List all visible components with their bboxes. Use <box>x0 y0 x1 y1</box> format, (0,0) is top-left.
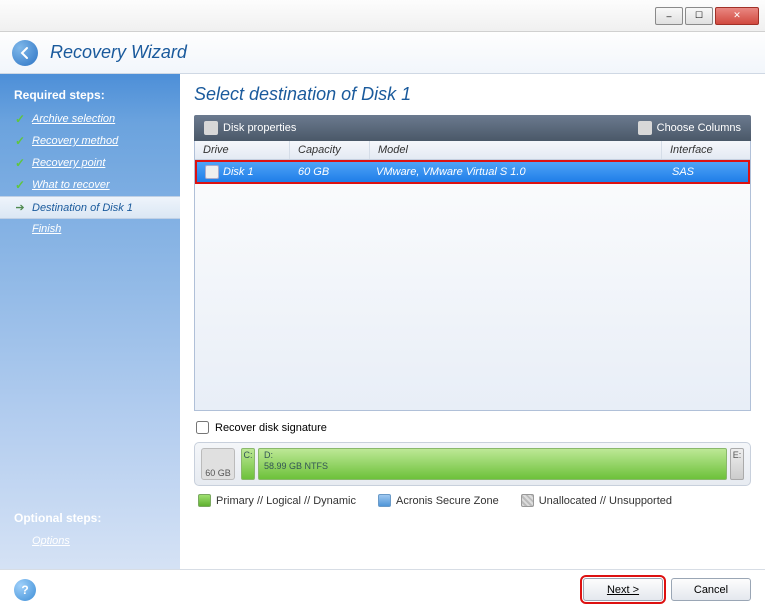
cell-interface: SAS <box>664 162 748 182</box>
sidebar-item-label: Finish <box>32 223 61 235</box>
partition-d-label: D: <box>264 450 721 461</box>
choose-columns-button[interactable]: Choose Columns <box>628 115 751 141</box>
sidebar-item-label: What to recover <box>32 179 110 191</box>
partition-d-size: 58.99 GB NTFS <box>264 461 721 472</box>
table-row[interactable]: Disk 1 60 GB VMware, VMware Virtual S 1.… <box>195 160 750 184</box>
disk-layout-bar: 60 GB C: D: 58.99 GB NTFS E: <box>194 442 751 486</box>
content-panel: Select destination of Disk 1 Disk proper… <box>180 74 765 569</box>
col-model[interactable]: Model <box>370 141 662 159</box>
back-arrow-icon <box>18 46 32 60</box>
swatch-gray-icon <box>521 494 534 507</box>
legend-unallocated: Unallocated // Unsupported <box>521 494 672 507</box>
sidebar-item-finish[interactable]: Finish <box>0 219 180 239</box>
swatch-green-icon <box>198 494 211 507</box>
recover-signature-row: Recover disk signature <box>194 411 751 442</box>
maximize-button[interactable]: ☐ <box>685 7 713 25</box>
disk-total-icon: 60 GB <box>201 448 235 480</box>
col-capacity[interactable]: Capacity <box>290 141 370 159</box>
sidebar-item-label: Archive selection <box>32 113 115 125</box>
sidebar-item-what-to-recover[interactable]: ✓ What to recover <box>0 174 180 196</box>
sidebar: Required steps: ✓ Archive selection ✓ Re… <box>0 74 180 569</box>
sidebar-item-options[interactable]: Options <box>0 531 180 551</box>
cancel-button[interactable]: Cancel <box>671 578 751 601</box>
sidebar-item-label: Destination of Disk 1 <box>32 202 133 214</box>
swatch-blue-icon <box>378 494 391 507</box>
sidebar-item-label: Recovery method <box>32 135 118 147</box>
optional-steps-heading: Optional steps: <box>0 505 180 531</box>
minimize-button[interactable]: – <box>655 7 683 25</box>
close-button[interactable]: ✕ <box>715 7 759 25</box>
check-icon: ✓ <box>14 134 26 148</box>
recover-signature-checkbox[interactable] <box>196 421 209 434</box>
disk-table: Drive Capacity Model Interface Disk 1 60… <box>194 141 751 411</box>
wizard-title: Recovery Wizard <box>50 42 187 63</box>
disk-toolbar: Disk properties Choose Columns <box>194 115 751 141</box>
next-button[interactable]: Next > <box>583 578 663 601</box>
content-title: Select destination of Disk 1 <box>194 84 751 105</box>
choose-columns-label: Choose Columns <box>657 122 741 134</box>
col-interface[interactable]: Interface <box>662 141 750 159</box>
disk-properties-icon <box>204 121 218 135</box>
legend-primary: Primary // Logical // Dynamic <box>198 494 356 507</box>
sidebar-item-destination-disk-1[interactable]: ➔ Destination of Disk 1 <box>0 196 180 219</box>
disk-icon <box>205 165 219 179</box>
arrow-right-icon: ➔ <box>14 201 26 214</box>
wizard-header: Recovery Wizard <box>0 32 765 74</box>
choose-columns-icon <box>638 121 652 135</box>
footer: ? Next > Cancel <box>0 569 765 609</box>
sidebar-item-recovery-method[interactable]: ✓ Recovery method <box>0 130 180 152</box>
check-icon: ✓ <box>14 178 26 192</box>
legend-secure-zone: Acronis Secure Zone <box>378 494 499 507</box>
partition-e[interactable]: E: <box>730 448 744 480</box>
table-body[interactable]: Disk 1 60 GB VMware, VMware Virtual S 1.… <box>195 160 750 410</box>
col-drive[interactable]: Drive <box>195 141 290 159</box>
disk-properties-label: Disk properties <box>223 122 296 134</box>
sidebar-item-label: Recovery point <box>32 157 105 169</box>
disk-properties-button[interactable]: Disk properties <box>194 115 306 141</box>
legend: Primary // Logical // Dynamic Acronis Se… <box>194 486 751 507</box>
required-steps-heading: Required steps: <box>0 82 180 108</box>
help-button[interactable]: ? <box>14 579 36 601</box>
check-icon: ✓ <box>14 156 26 170</box>
recover-signature-label: Recover disk signature <box>215 422 327 434</box>
back-button[interactable] <box>12 40 38 66</box>
cell-drive: Disk 1 <box>197 162 290 182</box>
partition-c[interactable]: C: <box>241 448 255 480</box>
sidebar-item-archive-selection[interactable]: ✓ Archive selection <box>0 108 180 130</box>
check-icon: ✓ <box>14 112 26 126</box>
cell-capacity: 60 GB <box>290 162 368 182</box>
table-header: Drive Capacity Model Interface <box>195 141 750 160</box>
cell-model: VMware, VMware Virtual S 1.0 <box>368 162 664 182</box>
sidebar-item-label: Options <box>32 535 70 547</box>
sidebar-item-recovery-point[interactable]: ✓ Recovery point <box>0 152 180 174</box>
window-titlebar: – ☐ ✕ <box>0 0 765 32</box>
partition-d[interactable]: D: 58.99 GB NTFS <box>258 448 727 480</box>
